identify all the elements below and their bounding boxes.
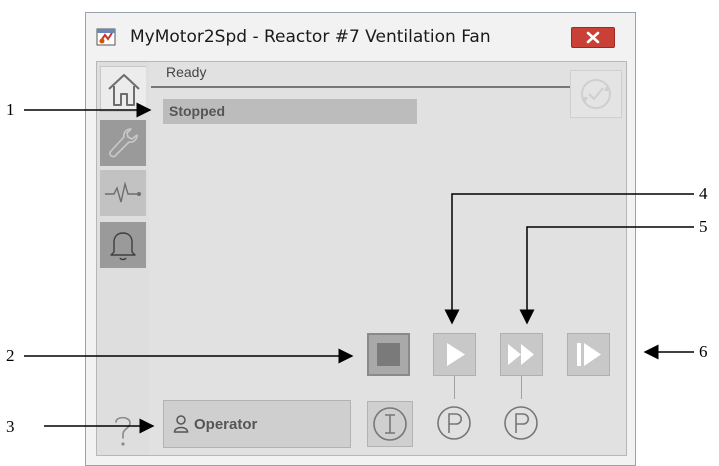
interlock-i-icon (373, 407, 407, 441)
stop-square-icon (377, 343, 400, 366)
tab-maintenance[interactable] (100, 120, 146, 166)
wrench-icon (109, 128, 138, 158)
operator-command-source-button[interactable]: Operator (163, 400, 351, 448)
window-title: MyMotor2Spd - Reactor #7 Ventilation Fan (130, 27, 491, 47)
close-icon (586, 31, 600, 44)
help-button[interactable] (100, 406, 146, 452)
title-bar[interactable]: MyMotor2Spd - Reactor #7 Ventilation Fan (86, 13, 635, 61)
step-play-icon (577, 343, 601, 366)
tab-alarms[interactable] (100, 222, 146, 268)
callout-4: 4 (699, 184, 708, 203)
bell-icon (110, 232, 136, 261)
question-icon (115, 416, 131, 446)
tab-trends[interactable] (100, 170, 146, 216)
permissive-link-2 (521, 376, 522, 399)
start-speed-1-button[interactable] (433, 333, 476, 376)
permissive-link-1 (454, 376, 455, 399)
operator-label: Operator (194, 416, 258, 433)
user-icon (173, 414, 189, 434)
ready-status: Ready (166, 64, 207, 80)
trend-pulse-icon (105, 181, 141, 203)
refresh-check-icon (581, 79, 611, 109)
permissive-p-icon (504, 406, 538, 440)
callout-1: 1 (6, 100, 15, 119)
interlocks-button[interactable] (367, 401, 413, 447)
permissive-p-icon (437, 406, 471, 440)
start-speed-2-button[interactable] (500, 333, 543, 376)
faceplate-body: Ready Stopped Operator (96, 61, 627, 456)
home-icon (108, 74, 140, 106)
jog-button[interactable] (567, 333, 610, 376)
tab-home[interactable] (100, 66, 146, 112)
permissive-speed-2-button[interactable] (501, 403, 541, 443)
play-icon (447, 343, 465, 366)
status-divider (151, 86, 617, 88)
callout-6: 6 (699, 342, 708, 361)
nav-strip (97, 62, 149, 455)
faceplate-window: MyMotor2Spd - Reactor #7 Ventilation Fan (85, 12, 636, 466)
fast-forward-icon (508, 344, 534, 365)
motor-state-text: Stopped (169, 103, 225, 119)
stop-button[interactable] (367, 333, 410, 376)
faceplate-app-icon (96, 27, 116, 47)
permissive-speed-1-button[interactable] (434, 403, 474, 443)
callout-3: 3 (6, 417, 15, 436)
callout-5: 5 (699, 217, 708, 236)
close-button[interactable] (571, 27, 615, 48)
reset-acknowledge-button[interactable] (570, 70, 622, 118)
motor-state-indicator: Stopped (163, 99, 417, 124)
callout-2: 2 (6, 346, 15, 365)
